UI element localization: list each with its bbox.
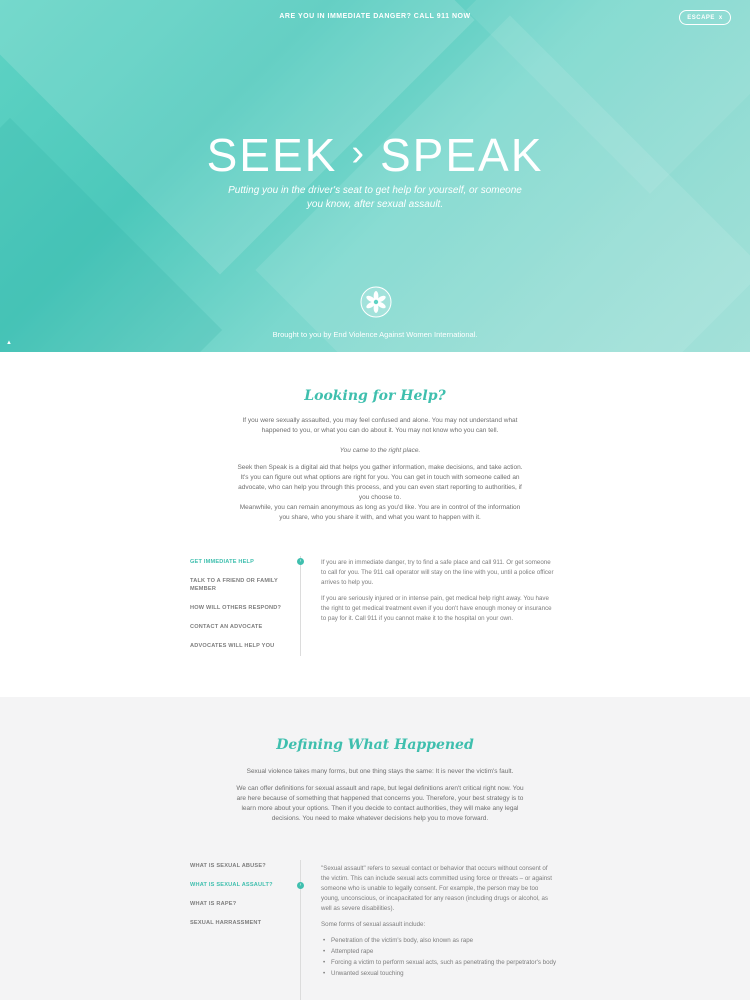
- brand-word-speak: SPEAK: [379, 129, 544, 181]
- brand-word-seek: SEEK: [206, 129, 338, 181]
- brought-by-text[interactable]: Brought to you by End Violence Against W…: [0, 330, 750, 339]
- list-item: Attempted rape: [321, 947, 557, 957]
- escape-button[interactable]: ESCAPE x: [679, 10, 731, 25]
- defining-what-happened-section: Defining What Happened Sexual violence t…: [0, 697, 750, 1000]
- content-paragraph: If you are in immediate danger, try to f…: [321, 559, 554, 586]
- active-indicator-icon: ›: [297, 882, 304, 889]
- assault-forms-list: Penetration of the victim's body, also k…: [321, 936, 557, 979]
- nav-divider: [300, 860, 301, 1000]
- nav-item-get-immediate-help[interactable]: GET IMMEDIATE HELP: [190, 558, 285, 566]
- hero-tagline: Putting you in the driver's seat to get …: [228, 185, 522, 210]
- intro-paragraph: Sexual violence takes many forms, but on…: [246, 768, 514, 775]
- nav-item-rape[interactable]: WHAT IS RAPE?: [190, 900, 285, 908]
- definition-content: "Sexual assault" refers to sexual contac…: [321, 864, 557, 980]
- intro-paragraph: If you were sexually assaulted, you may …: [242, 417, 518, 434]
- list-item: Unwanted sexual touching: [321, 969, 557, 979]
- brand-title: SEEK › SPEAK: [0, 128, 750, 182]
- chevron-right-icon: ›: [351, 132, 366, 174]
- danger-notice[interactable]: ARE YOU IN IMMEDIATE DANGER? CALL 911 NO…: [0, 13, 750, 20]
- emphasis-paragraph: You came to the right place.: [339, 447, 421, 454]
- help-topic-nav: GET IMMEDIATE HELP TALK TO A FRIEND OR F…: [190, 558, 300, 661]
- intro-paragraph: Seek then Speak is a digital aid that he…: [237, 464, 523, 501]
- close-icon: x: [718, 14, 723, 21]
- nav-item-sexual-abuse[interactable]: WHAT IS SEXUAL ABUSE?: [190, 862, 285, 870]
- list-item: Forcing a victim to perform sexual acts,…: [321, 958, 557, 968]
- nav-item-contact-advocate[interactable]: CONTACT AN ADVOCATE: [190, 623, 285, 631]
- nav-item-how-others-respond[interactable]: HOW WILL OTHERS RESPOND?: [190, 604, 285, 612]
- content-paragraph: "Sexual assault" refers to sexual contac…: [321, 865, 552, 912]
- nav-divider: [300, 556, 301, 656]
- nav-item-sexual-harassment[interactable]: SEXUAL HARRASSMENT: [190, 919, 285, 927]
- list-item: Penetration of the victim's body, also k…: [321, 936, 557, 946]
- intro-paragraph: Meanwhile, you can remain anonymous as l…: [239, 504, 521, 521]
- definition-topic-nav: WHAT IS SEXUAL ABUSE? WHAT IS SEXUAL ASS…: [190, 862, 300, 938]
- looking-for-help-section: Looking for Help? If you were sexually a…: [0, 352, 750, 697]
- active-indicator-icon: ›: [297, 558, 304, 565]
- nav-item-sexual-assault[interactable]: WHAT IS SEXUAL ASSAULT?: [190, 881, 285, 889]
- nav-item-advocates-help[interactable]: ADVOCATES WILL HELP YOU: [190, 642, 285, 650]
- help-topic-content: If you are in immediate danger, try to f…: [321, 558, 557, 630]
- content-paragraph: If you are seriously injured or in inten…: [321, 595, 552, 622]
- intro-paragraph: We can offer definitions for sexual assa…: [236, 785, 524, 822]
- section-title: Looking for Help?: [304, 388, 446, 404]
- content-paragraph: Some forms of sexual assault include:: [321, 921, 426, 928]
- escape-label: ESCAPE: [687, 14, 715, 21]
- expand-icon: ▲: [6, 340, 12, 346]
- hero-banner: ARE YOU IN IMMEDIATE DANGER? CALL 911 NO…: [0, 0, 750, 352]
- nav-item-talk-to-friend[interactable]: TALK TO A FRIEND OR FAMILY MEMBER: [190, 577, 285, 593]
- section-title: Defining What Happened: [276, 737, 474, 753]
- evawi-logo-icon: [360, 286, 392, 318]
